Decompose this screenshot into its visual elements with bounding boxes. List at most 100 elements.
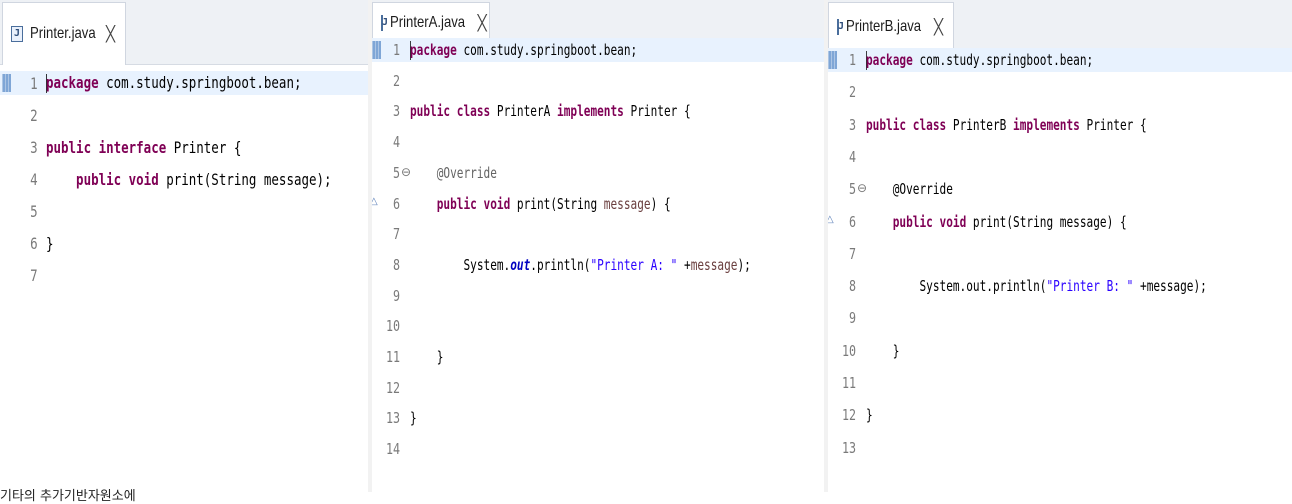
code-line[interactable]: 2 xyxy=(370,69,824,93)
line-number: 2 xyxy=(848,83,856,102)
line-number: 4 xyxy=(848,147,856,166)
line-number: 10 xyxy=(385,317,400,336)
code-text: } xyxy=(866,406,873,424)
editor-tab-printerA[interactable]: J PrinterA.java ╳ xyxy=(372,2,490,42)
editor-panel-printer: J Printer.java ╳ 1 package com.study.springb… xyxy=(0,0,368,492)
code-line[interactable]: 5 ⊖ @Override xyxy=(826,177,1292,201)
code-token: package xyxy=(866,50,913,69)
editor-tab-printerB[interactable]: J PrinterB.java ╳ xyxy=(828,2,954,51)
code-line[interactable]: 5 ⊖ @Override xyxy=(370,161,824,185)
code-text: public void print(String message); xyxy=(46,169,332,189)
code-line[interactable]: 3 public class PrinterB implements Printe… xyxy=(826,113,1292,137)
code-line[interactable]: 4 xyxy=(370,130,824,154)
line-number: 7 xyxy=(392,225,400,244)
code-line[interactable]: 11 xyxy=(826,371,1292,395)
code-token: public xyxy=(892,212,933,231)
code-token: .println( xyxy=(530,255,591,274)
code-token: public xyxy=(46,137,92,157)
editor-panel-printerB: J PrinterB.java ╳ 1 package com.study.spring… xyxy=(826,0,1292,492)
close-icon[interactable]: ╳ xyxy=(478,14,487,32)
code-line[interactable]: 6} xyxy=(0,231,368,255)
code-line[interactable]: 2 xyxy=(0,103,368,127)
code-line[interactable]: 3 public class PrinterA implements Printe… xyxy=(370,99,824,123)
code-line[interactable]: △ 6 public void print(String message) { xyxy=(826,210,1292,234)
code-line[interactable]: 13} xyxy=(370,406,824,430)
code-token: class xyxy=(456,102,491,121)
code-line[interactable]: 1 package com.study.springboot.bean; xyxy=(826,48,1292,72)
code-line[interactable]: 7 xyxy=(370,222,824,246)
line-number: 12 xyxy=(841,406,856,425)
code-token: package xyxy=(46,73,99,92)
panel-separator[interactable] xyxy=(368,0,372,492)
code-line[interactable]: 8 System.out.println("Printer A: " +mess… xyxy=(370,253,824,277)
code-token: implements xyxy=(1013,115,1080,134)
code-line[interactable]: △ 6 public void print(String message) { xyxy=(370,192,824,216)
line-number: 5 xyxy=(30,201,38,221)
code-editor[interactable]: 1 package com.study.springboot.bean; 2 3 pub… xyxy=(370,38,824,492)
code-line[interactable]: 5 xyxy=(0,199,368,223)
java-file-icon: J xyxy=(11,26,23,42)
code-token: ); xyxy=(737,255,751,274)
code-token: class xyxy=(912,115,947,134)
code-line[interactable]: 10 xyxy=(370,314,824,338)
code-token: print(String message); xyxy=(158,169,332,189)
code-token: message xyxy=(690,255,738,274)
code-text: public class PrinterA implements Printer… xyxy=(410,102,691,120)
code-line[interactable]: 14 xyxy=(370,437,824,461)
code-token: "Printer B: " xyxy=(1046,277,1134,296)
code-token: "Printer A: " xyxy=(590,255,678,274)
code-line[interactable]: 13 xyxy=(826,436,1292,460)
code-editor[interactable]: 1 package com.study.springboot.bean; 2 3 pub… xyxy=(0,65,368,492)
editor-tab-printer[interactable]: J Printer.java ╳ xyxy=(2,2,126,65)
code-text: package com.study.springboot.bean; xyxy=(410,40,637,60)
code-line[interactable]: 2 xyxy=(826,80,1292,104)
line-number: 13 xyxy=(841,438,856,457)
code-line[interactable]: 8 System.out.println("Printer B: " +mess… xyxy=(826,274,1292,298)
code-text: @Override xyxy=(410,164,497,182)
code-line[interactable]: 12} xyxy=(826,403,1292,427)
code-line[interactable]: 7 xyxy=(826,242,1292,266)
code-line[interactable]: 7 xyxy=(0,263,368,287)
code-line[interactable]: 1 package com.study.springboot.bean; xyxy=(0,71,368,95)
code-line[interactable]: 9 xyxy=(826,306,1292,330)
line-number: 4 xyxy=(392,133,400,152)
code-line[interactable]: 4 public void print(String message); xyxy=(0,167,368,191)
code-line[interactable]: 9 xyxy=(370,284,824,308)
code-text: } xyxy=(866,341,900,360)
code-line[interactable]: 1 package com.study.springboot.bean; xyxy=(370,38,824,62)
line-number: 1 xyxy=(848,51,856,69)
code-editor[interactable]: 1 package com.study.springboot.bean; 2 3 pub… xyxy=(826,48,1292,492)
code-line[interactable]: 3 public interface Printer { xyxy=(0,135,368,159)
code-token: void xyxy=(939,212,967,231)
line-number: 14 xyxy=(385,440,400,459)
code-token: } xyxy=(866,341,900,360)
status-text: 기타의 추가기반자원소에 xyxy=(0,489,136,504)
close-icon[interactable]: ╳ xyxy=(106,25,115,43)
code-token: } xyxy=(410,348,444,366)
code-token: Printer { xyxy=(1079,115,1147,134)
line-number: 6 xyxy=(392,194,400,213)
panel-separator[interactable] xyxy=(824,0,828,492)
line-number: 6 xyxy=(848,212,856,231)
code-line[interactable]: 4 xyxy=(826,145,1292,169)
code-line[interactable]: 10 } xyxy=(826,339,1292,363)
code-text: @Override xyxy=(866,180,953,198)
code-token: PrinterA xyxy=(490,102,558,121)
line-number: 2 xyxy=(30,105,38,125)
code-token: public xyxy=(436,194,477,213)
code-line[interactable]: 11 } xyxy=(370,345,824,369)
line-number: 5 xyxy=(392,163,400,182)
code-text: public void print(String message) { xyxy=(410,195,671,213)
code-token: void xyxy=(128,169,159,189)
line-number: 7 xyxy=(848,244,856,263)
line-number: 12 xyxy=(385,378,400,397)
close-icon[interactable]: ╳ xyxy=(934,18,943,36)
line-number: 8 xyxy=(392,255,400,274)
code-text: } xyxy=(410,409,417,427)
line-number: 11 xyxy=(385,348,400,366)
line-number: 5 xyxy=(848,180,856,199)
code-token: Printer { xyxy=(166,137,242,157)
code-line[interactable]: 12 xyxy=(370,376,824,400)
